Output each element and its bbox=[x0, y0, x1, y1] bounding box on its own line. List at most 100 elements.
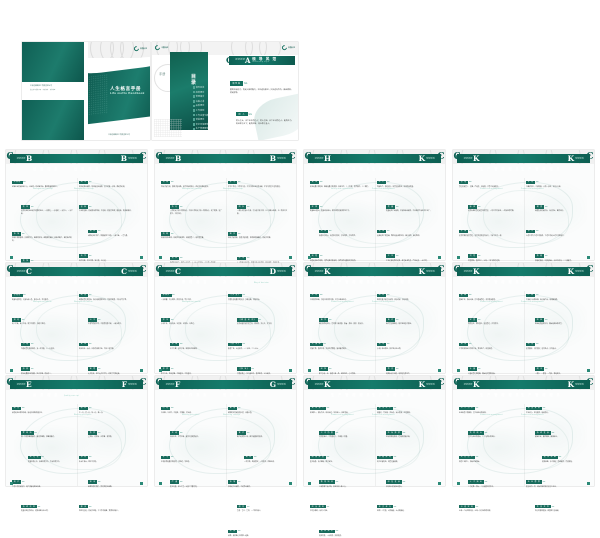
content-block: 清 洁 生 产 >> 减量化、再利用、资源化。源头削减，过程控制。 bbox=[377, 393, 439, 415]
chevron-icon: >> bbox=[535, 230, 539, 233]
arrow-decor-icon: >>>> bbox=[463, 381, 473, 386]
content-block: 流 程 >> 流程清晰，责任到人。让每一个环节都可追溯。 bbox=[468, 241, 521, 263]
block-label: 流 程 bbox=[468, 254, 478, 258]
block-text: 凡事预则立，不预则废。计划一分钟，节省十分钟。 bbox=[526, 186, 563, 188]
block-text: 第一次就把事情做对，做对的事情，把事情做对。 bbox=[21, 437, 56, 439]
spread-columns: 时 效 >> 今日事，今日毕。不拖沓，不推诿，不扯皮。 主 动 >> 主动补位，不等… bbox=[161, 393, 290, 537]
arrow-decor-icon: >>>> bbox=[16, 381, 26, 386]
block-text: 减量化、再利用、资源化。源头削减，过程控制。 bbox=[377, 412, 412, 414]
arrow-decor-icon: >>>> bbox=[463, 268, 473, 273]
arrow-decor-icon: <<<< bbox=[276, 155, 286, 160]
dot-pattern bbox=[88, 73, 108, 117]
block-text: 交接不清，责任不明。交班交得清楚，接班接得明白。 bbox=[310, 348, 348, 350]
arrow-decor-icon: >>>> bbox=[235, 57, 245, 62]
arrow-decor-icon: <<<< bbox=[425, 268, 435, 273]
block-label: 环 保 bbox=[310, 205, 320, 209]
content-block: 客 户 >> 客户是衣食父母，客户是最好的老师。 bbox=[237, 418, 290, 440]
block-text: 天下大事，必作于细。细微之处见精神。 bbox=[170, 348, 199, 350]
toc-item[interactable]: 营销理念12 bbox=[193, 118, 208, 121]
toc-item-label: 生产管理理念 bbox=[195, 128, 208, 130]
section-letter-badge: F bbox=[121, 379, 127, 389]
page-corner-marker bbox=[140, 256, 143, 259]
block-label: 检 修 bbox=[377, 293, 387, 297]
toc-item[interactable]: 管理格言04 bbox=[193, 95, 208, 98]
chevron-icon: >> bbox=[21, 318, 25, 321]
block-text: 成本是挤出来的，效益是省出来的。省下的每一分钱，都是净利润。 bbox=[79, 186, 127, 188]
block-label: 经营观 bbox=[12, 180, 23, 184]
content-block: 带 队 伍>>一个人的能力再大，也大不过团队的合力。建设一支召之即来、来之能战、… bbox=[242, 130, 294, 140]
block-text: 困难面前有我们，我们面前无困难。 bbox=[88, 486, 114, 488]
block-label: 定 置 bbox=[468, 318, 478, 322]
spread-header-bar: C C >>>> <<<< K K 生 产 管 理 理 念 Production… bbox=[453, 265, 594, 303]
block-text: 营销的本质是创造价值、传递价值。 bbox=[228, 412, 254, 414]
block-label: 责 任 bbox=[170, 256, 180, 261]
chevron-icon: >> bbox=[558, 456, 562, 459]
block-text: 品质是企业的生命线，是走向市场的通行证。 bbox=[12, 412, 44, 414]
toc-item[interactable]: 安全环保理念14 bbox=[193, 122, 208, 126]
block-text: 一次守信，终身受益；一次失信，百事无成。 bbox=[244, 461, 276, 463]
block-text: 今日事，今日毕。不拖沓，不推诿，不扯皮。 bbox=[161, 412, 193, 414]
chevron-icon: >> bbox=[335, 530, 339, 533]
spread-header-bar: C C >>>> <<<< K K 生 产 管 理 理 念 Production… bbox=[305, 378, 445, 416]
block-label: 容 错 bbox=[88, 367, 98, 371]
right-page-column: 成 本 >> 成本是挤出来的，效益是省出来的。省下的每一分钱，都是净利润。 创 新… bbox=[79, 167, 141, 311]
block-text: 精心操作是本分，盲目蛮干是祸根。勤看、勤听、勤摸、勤分析。 bbox=[319, 324, 365, 326]
chevron-icon: >> bbox=[88, 343, 92, 346]
content-block: 应 急 演 练 >> 平时多演练，战时少流血。 bbox=[310, 492, 372, 514]
c-glyph-icon: C bbox=[453, 378, 461, 389]
chevron-icon: >> bbox=[237, 232, 241, 235]
content-block: 持 续 发 展 >> 做强主业，做优辅业，做精专业。 bbox=[535, 418, 588, 440]
section-letter-badge: A bbox=[245, 56, 251, 66]
arrow-decor-icon: >>>> bbox=[165, 268, 175, 273]
page-corner-marker bbox=[10, 482, 13, 485]
content-block: 抓落实 >> 一分部署，九分落实。抓而不紧，等于不抓。 bbox=[161, 280, 223, 302]
block-text: 员工与企业共成长，个人与团队同进步。 bbox=[468, 437, 497, 439]
toc-item-label: 安全环保理念 bbox=[195, 123, 208, 126]
right-page-column: 检 修 >> 检修质量决定运行周期。修必修好，修必彻底。 备 件 >> 备件管理精细… bbox=[377, 280, 439, 424]
block-text: 检验是质量的关口，数据是检验的语言。 bbox=[535, 324, 564, 326]
chevron-icon: >> bbox=[544, 318, 548, 321]
toc-item[interactable]: 经营理念02 bbox=[193, 90, 208, 94]
page-corner-marker bbox=[289, 482, 292, 485]
block-label: 诚 信 bbox=[244, 455, 254, 460]
chevron-icon: >> bbox=[37, 505, 41, 508]
chevron-icon: >> bbox=[477, 318, 481, 321]
c-glyph-icon: C bbox=[155, 152, 163, 163]
block-label: 安 全 第 一 bbox=[310, 406, 327, 410]
content-block: 以 人 为 本 >> 企业因员工而精彩，员工因企业而自豪。 bbox=[459, 393, 521, 415]
block-label: 用 人 bbox=[236, 112, 248, 117]
block-label: 人 才 强 企 bbox=[468, 480, 485, 484]
chevron-icon: >> bbox=[242, 343, 245, 346]
block-label: 基 础 bbox=[459, 293, 469, 297]
block-text: 一流的点子加三流的执行，不如三流的点子加一流的执行。说了就算，定了就干，干就干好… bbox=[170, 211, 222, 215]
content-block: 品 牌 >> 品牌，是顾客心中的第一选择。 bbox=[228, 516, 290, 538]
back-cover-block-top bbox=[22, 42, 84, 82]
content-block: 用 户 >> 下道工序就是用户，用户满意是检验标准。 bbox=[12, 467, 74, 489]
page-corner-marker bbox=[587, 369, 590, 372]
toc-item[interactable]: 决策之道06 bbox=[193, 99, 208, 103]
chevron-icon: >> bbox=[323, 343, 326, 346]
cover-subtitle: Life motto Handbook bbox=[110, 92, 145, 95]
block-text: 常在河边走，就是不湿鞋。干干净净做事，清清白白做人。 bbox=[79, 511, 120, 513]
block-label: 共 创 共 享 bbox=[535, 505, 552, 509]
back-cover-block-bottom bbox=[22, 100, 84, 140]
c-glyph-icon: C bbox=[304, 152, 312, 163]
block-text: 集思广益，从善如流。一人计短，二人计长。 bbox=[228, 348, 260, 350]
chevron-icon: >> bbox=[97, 318, 101, 321]
arrow-decor-icon: >>>> bbox=[314, 381, 324, 386]
c-glyph-icon: C bbox=[453, 265, 461, 276]
block-label: 以 人 为 本 bbox=[459, 406, 476, 410]
c-glyph-icon: C bbox=[586, 265, 594, 276]
chevron-icon: >> bbox=[248, 112, 252, 116]
content-block: 制 度 >> 制度是管理的基石，执行是制度的生命。再好的制度，不执行等于零。 bbox=[79, 280, 141, 302]
toc-item[interactable]: 领导风范01 bbox=[193, 86, 208, 89]
c-glyph-icon: C bbox=[155, 378, 163, 389]
toc-item[interactable]: 工作态度与精神11 bbox=[193, 113, 208, 117]
block-label: 品 质 bbox=[12, 406, 22, 410]
chevron-icon: >> bbox=[395, 205, 399, 208]
page-corner-marker bbox=[438, 369, 441, 372]
chevron-icon: >> bbox=[21, 480, 25, 483]
toc-item[interactable]: 生产管理理念16 bbox=[193, 127, 208, 130]
toc-item[interactable]: 品质理念08 bbox=[193, 104, 208, 107]
toc-item[interactable]: 工作准则10 bbox=[193, 109, 208, 112]
